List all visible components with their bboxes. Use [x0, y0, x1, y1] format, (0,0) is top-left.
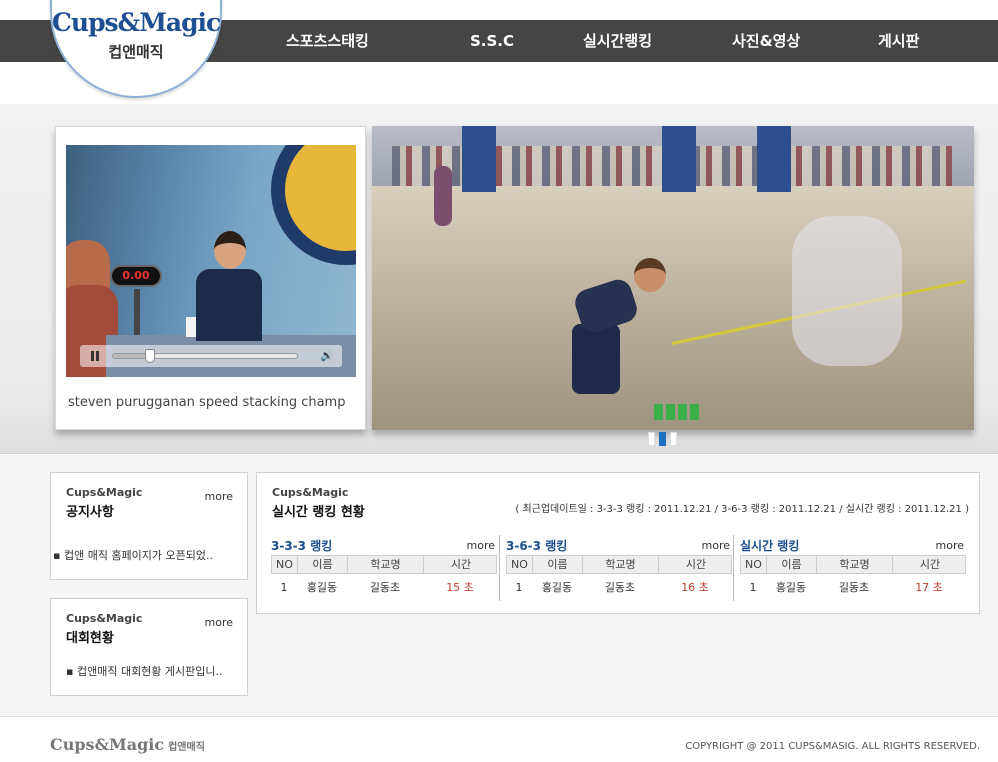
ranking-brand: Cups&Magic [272, 486, 349, 499]
photo-pillar [662, 126, 696, 192]
table-row[interactable]: 1 홍길동 길동초 15 초 [271, 579, 497, 597]
ranking-column-header: NO [741, 556, 767, 573]
ranking-column-header: 이름 [533, 556, 583, 573]
video-player[interactable]: 0.00 🔊 [66, 145, 356, 377]
ranking-table-title: 3-3-3 랭킹 [271, 539, 333, 553]
ranking-table-live: 실시간 랭킹 more NO 이름 학교명 시간 1 홍길동 길동초 17 초 [733, 535, 966, 601]
slider-pagination [648, 430, 688, 446]
video-controls: 🔊 [80, 345, 342, 367]
notice-more-link[interactable]: more [205, 490, 234, 503]
video-progress-track[interactable] [112, 349, 298, 363]
ranking-title: 실시간 랭킹 현황 [272, 505, 365, 520]
competition-item-text: 컵앤매직 대회현황 게시판입니.. [76, 665, 223, 678]
photo-figure-head [634, 258, 666, 292]
logo-sub-text: 컵앤매직 [108, 43, 164, 61]
slider-dot[interactable] [648, 432, 655, 446]
volume-icon[interactable]: 🔊 [320, 349, 336, 363]
timer-pole [134, 289, 140, 339]
ranking-cell: 홍길동 [306, 581, 338, 594]
ranking-more-link[interactable]: more [702, 539, 731, 552]
nav-item-board[interactable]: 게시판 [878, 20, 919, 62]
photo-cups [654, 404, 702, 420]
notice-item[interactable]: ▪ 컵앤 매직 홈페이지가 오픈되었.. [53, 547, 213, 563]
slider-photo[interactable] [372, 126, 974, 430]
ranking-table-header: NO 이름 학교명 시간 [506, 555, 732, 574]
photo-figure-far [434, 166, 452, 226]
footer-logo[interactable]: Cups&Magic 컵앤매직 [50, 735, 205, 754]
pause-icon[interactable] [84, 348, 106, 364]
photo-figure-legs [572, 324, 620, 394]
ranking-cell: 17 초 [915, 581, 943, 594]
ranking-box: Cups&Magic 실시간 랭킹 현황 ( 최근업데이트일 : 3-3-3 랭… [256, 472, 980, 614]
ranking-cell: 1 [515, 581, 523, 594]
competition-title: 대회현황 [66, 631, 114, 646]
ranking-table-header: NO 이름 학교명 시간 [740, 555, 966, 574]
ranking-column-header: 학교명 [583, 556, 659, 573]
ranking-table-title: 실시간 랭킹 [740, 539, 800, 553]
photo-pillar [757, 126, 791, 192]
photo-figure-blur [792, 216, 902, 366]
footer-logo-text: Cups&Magic [50, 735, 165, 754]
ranking-table-header: NO 이름 학교명 시간 [271, 555, 497, 574]
notice-box: Cups&Magic 공지사항 more ▪ 컵앤 매직 홈페이지가 오픈되었.… [50, 472, 248, 580]
site-logo[interactable]: Cups&Magic 컵앤매직 [50, 0, 222, 98]
competition-box: Cups&Magic 대회현황 more ▪ 컵앤매직 대회현황 게시판입니.. [50, 598, 248, 696]
notice-item-text: 컵앤 매직 홈페이지가 오픈되었.. [63, 549, 214, 562]
video-timer-display: 0.00 [110, 265, 162, 287]
ranking-column-header: 시간 [685, 558, 707, 571]
ranking-cell: 길동초 [838, 581, 870, 594]
slider-dot[interactable] [659, 432, 666, 446]
ranking-cell: 홍길동 [541, 581, 573, 594]
footer: Cups&Magic 컵앤매직 COPYRIGHT @ 2011 CUPS&MAS… [0, 716, 998, 762]
world-championship-logo [271, 145, 356, 265]
ranking-column-header: 시간 [450, 558, 472, 571]
competition-more-link[interactable]: more [205, 616, 234, 629]
nav-item-sport-stacking[interactable]: 스포츠스태킹 [286, 20, 369, 62]
notice-brand: Cups&Magic [66, 486, 143, 499]
ranking-cell: 16 초 [681, 581, 709, 594]
video-caption[interactable]: steven purugganan speed stacking champ [68, 395, 345, 410]
nav-item-live-ranking[interactable]: 실시간랭킹 [583, 20, 652, 62]
logo-main-text: Cups&Magic [52, 8, 221, 37]
ranking-table-363: 3-6-3 랭킹 more NO 이름 학교명 시간 1 홍길동 길동초 16 초 [499, 535, 732, 601]
table-row[interactable]: 1 홍길동 길동초 17 초 [740, 579, 966, 597]
ranking-cell: 홍길동 [775, 581, 807, 594]
video-figure-boy [196, 269, 262, 341]
video-progress-handle[interactable] [144, 349, 155, 363]
ranking-cell: 길동초 [604, 581, 636, 594]
ranking-column-header: 학교명 [817, 556, 893, 573]
competition-item[interactable]: ▪ 컵앤매직 대회현황 게시판입니.. [66, 663, 223, 679]
ranking-column-header: 학교명 [348, 556, 424, 573]
footer-logo-sub: 컵앤매직 [168, 742, 205, 753]
ranking-cell: 1 [749, 581, 757, 594]
ranking-column-header: NO [507, 556, 533, 573]
bullet-icon: ▪ [53, 549, 61, 562]
ranking-cell: 1 [280, 581, 288, 594]
slider-dot[interactable] [670, 432, 677, 446]
ranking-cell: 15 초 [446, 581, 474, 594]
video-card: 0.00 🔊 steven purugganan speed stacking … [55, 126, 366, 430]
ranking-update-info: ( 최근업데이트일 : 3-3-3 랭킹 : 2011.12.21 / 3-6-… [515, 504, 969, 515]
notice-title: 공지사항 [66, 505, 114, 520]
ranking-column-header: 시간 [919, 558, 941, 571]
ranking-table-title: 3-6-3 랭킹 [506, 539, 568, 553]
hero-slider: 0.00 🔊 steven purugganan speed stacking … [0, 104, 998, 454]
bullet-icon: ▪ [66, 665, 74, 678]
ranking-more-link[interactable]: more [467, 539, 496, 552]
photo-pillar [462, 126, 496, 192]
nav-item-photo-video[interactable]: 사진&영상 [732, 20, 800, 62]
ranking-column-header: 이름 [767, 556, 817, 573]
ranking-column-header: 이름 [298, 556, 348, 573]
ranking-cell: 길동초 [369, 581, 401, 594]
competition-brand: Cups&Magic [66, 612, 143, 625]
table-row[interactable]: 1 홍길동 길동초 16 초 [506, 579, 732, 597]
ranking-more-link[interactable]: more [936, 539, 965, 552]
footer-copyright: COPYRIGHT @ 2011 CUPS&MASIG. ALL RIGHTS … [685, 741, 980, 752]
ranking-table-333: 3-3-3 랭킹 more NO 이름 학교명 시간 1 홍길동 길동초 15 초 [271, 535, 497, 601]
ranking-column-header: NO [272, 556, 298, 573]
video-figure-boy-head [214, 231, 246, 269]
main-nav: 스포츠스태킹 S.S.C 실시간랭킹 사진&영상 게시판 [250, 20, 998, 62]
nav-item-ssc[interactable]: S.S.C [470, 20, 514, 62]
